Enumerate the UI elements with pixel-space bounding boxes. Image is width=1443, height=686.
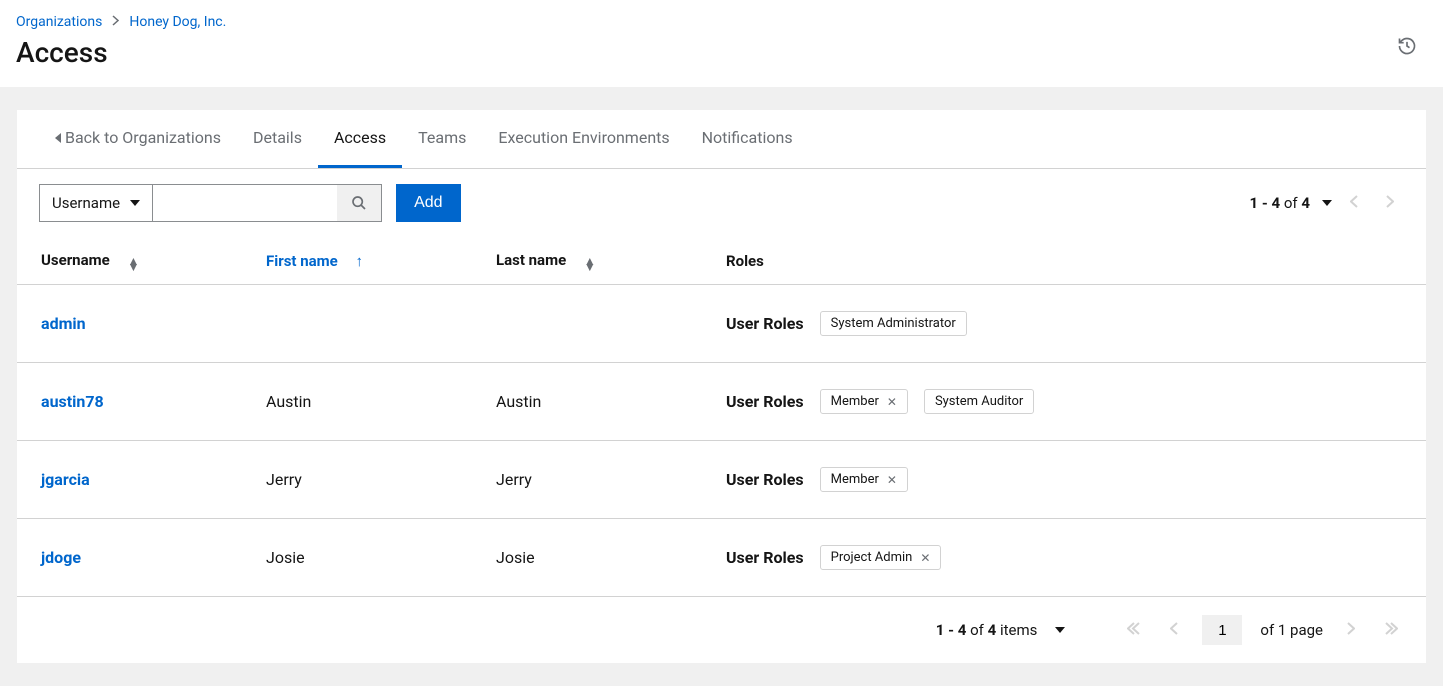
first-name-cell bbox=[242, 285, 472, 363]
roles-label: User Roles bbox=[726, 548, 804, 567]
search-button[interactable] bbox=[337, 185, 381, 221]
breadcrumb-organizations[interactable]: Organizations bbox=[16, 14, 102, 30]
search-icon bbox=[351, 195, 367, 211]
last-name-cell: Austin bbox=[472, 363, 702, 441]
username-link[interactable]: jgarcia bbox=[41, 470, 90, 489]
sort-asc-icon: ↑ bbox=[355, 252, 363, 270]
col-header-last-name[interactable]: Last name ▲▼ bbox=[472, 237, 702, 285]
first-name-cell: Josie bbox=[242, 519, 472, 597]
col-header-username[interactable]: Username ▲▼ bbox=[17, 237, 242, 285]
close-icon[interactable]: ✕ bbox=[887, 473, 897, 487]
page-suffix: of 1 page bbox=[1260, 621, 1323, 639]
role-chip: System Administrator bbox=[820, 311, 967, 336]
page-number-input[interactable] bbox=[1202, 615, 1242, 645]
first-page[interactable] bbox=[1121, 621, 1146, 639]
role-chip-label: Member bbox=[831, 472, 879, 487]
username-link[interactable]: admin bbox=[41, 314, 86, 333]
per-page-toggle[interactable] bbox=[1322, 200, 1332, 206]
filter-field-select[interactable]: Username bbox=[40, 185, 153, 221]
caret-down-icon bbox=[130, 200, 140, 206]
filter-field-label: Username bbox=[52, 194, 120, 212]
table-row: admin User Roles System Administrator bbox=[17, 285, 1426, 363]
tab-back-to-organizations[interactable]: Back to Organizations bbox=[39, 110, 237, 168]
top-pagination-range: 1 - 4 of 4 bbox=[1250, 194, 1310, 212]
top-prev-page[interactable] bbox=[1340, 194, 1368, 212]
role-chip: Project Admin ✕ bbox=[820, 545, 942, 570]
history-icon[interactable] bbox=[1397, 14, 1427, 60]
username-link[interactable]: austin78 bbox=[41, 392, 104, 411]
roles-label: User Roles bbox=[726, 392, 804, 411]
caret-left-icon bbox=[55, 133, 61, 143]
access-table: Username ▲▼ First name ↑ Last name ▲▼ Ro… bbox=[17, 237, 1426, 597]
table-row: austin78 AustinAustin User Roles Member ✕ Sys… bbox=[17, 363, 1426, 441]
tab-teams[interactable]: Teams bbox=[402, 110, 482, 168]
roles-label: User Roles bbox=[726, 314, 804, 333]
close-icon[interactable]: ✕ bbox=[887, 395, 897, 409]
search-input[interactable] bbox=[153, 185, 337, 221]
role-chip-label: System Auditor bbox=[935, 394, 1023, 409]
sort-icon: ▲▼ bbox=[584, 258, 596, 270]
role-chip-label: System Administrator bbox=[831, 316, 956, 331]
last-name-cell bbox=[472, 285, 702, 363]
top-next-page[interactable] bbox=[1376, 194, 1404, 212]
tab-notifications[interactable]: Notifications bbox=[686, 110, 809, 168]
footer-item-count: 1 - 4 of 4 items bbox=[936, 621, 1038, 639]
close-icon[interactable]: ✕ bbox=[920, 551, 930, 565]
sort-icon: ▲▼ bbox=[127, 258, 139, 270]
tabs: Back to Organizations Details Access Tea… bbox=[17, 110, 1426, 169]
role-chip: System Auditor bbox=[924, 389, 1034, 414]
last-name-cell: Jerry bbox=[472, 441, 702, 519]
next-page[interactable] bbox=[1341, 621, 1361, 639]
first-name-cell: Austin bbox=[242, 363, 472, 441]
role-chip: Member ✕ bbox=[820, 467, 908, 492]
table-row: jgarcia JerryJerry User Roles Member ✕ bbox=[17, 441, 1426, 519]
role-chip: Member ✕ bbox=[820, 389, 908, 414]
prev-page[interactable] bbox=[1164, 621, 1184, 639]
roles-label: User Roles bbox=[726, 470, 804, 489]
tab-back-label: Back to Organizations bbox=[65, 128, 221, 147]
table-row: jdoge JosieJosie User Roles Project Admin ✕ bbox=[17, 519, 1426, 597]
tab-access[interactable]: Access bbox=[318, 110, 402, 168]
chevron-right-icon bbox=[112, 15, 119, 29]
tab-details[interactable]: Details bbox=[237, 110, 318, 168]
role-chip-label: Project Admin bbox=[831, 550, 913, 565]
col-header-first-name[interactable]: First name ↑ bbox=[242, 237, 472, 285]
tab-execution-environments[interactable]: Execution Environments bbox=[482, 110, 685, 168]
add-button[interactable]: Add bbox=[396, 184, 460, 222]
last-page[interactable] bbox=[1379, 621, 1404, 639]
breadcrumb-org-name[interactable]: Honey Dog, Inc. bbox=[129, 14, 226, 30]
col-header-roles: Roles bbox=[702, 237, 1426, 285]
username-link[interactable]: jdoge bbox=[41, 548, 81, 567]
role-chip-label: Member bbox=[831, 394, 879, 409]
first-name-cell: Jerry bbox=[242, 441, 472, 519]
page-title: Access bbox=[16, 36, 226, 69]
per-page-toggle-footer[interactable] bbox=[1055, 627, 1065, 633]
last-name-cell: Josie bbox=[472, 519, 702, 597]
breadcrumb: Organizations Honey Dog, Inc. bbox=[16, 14, 226, 30]
